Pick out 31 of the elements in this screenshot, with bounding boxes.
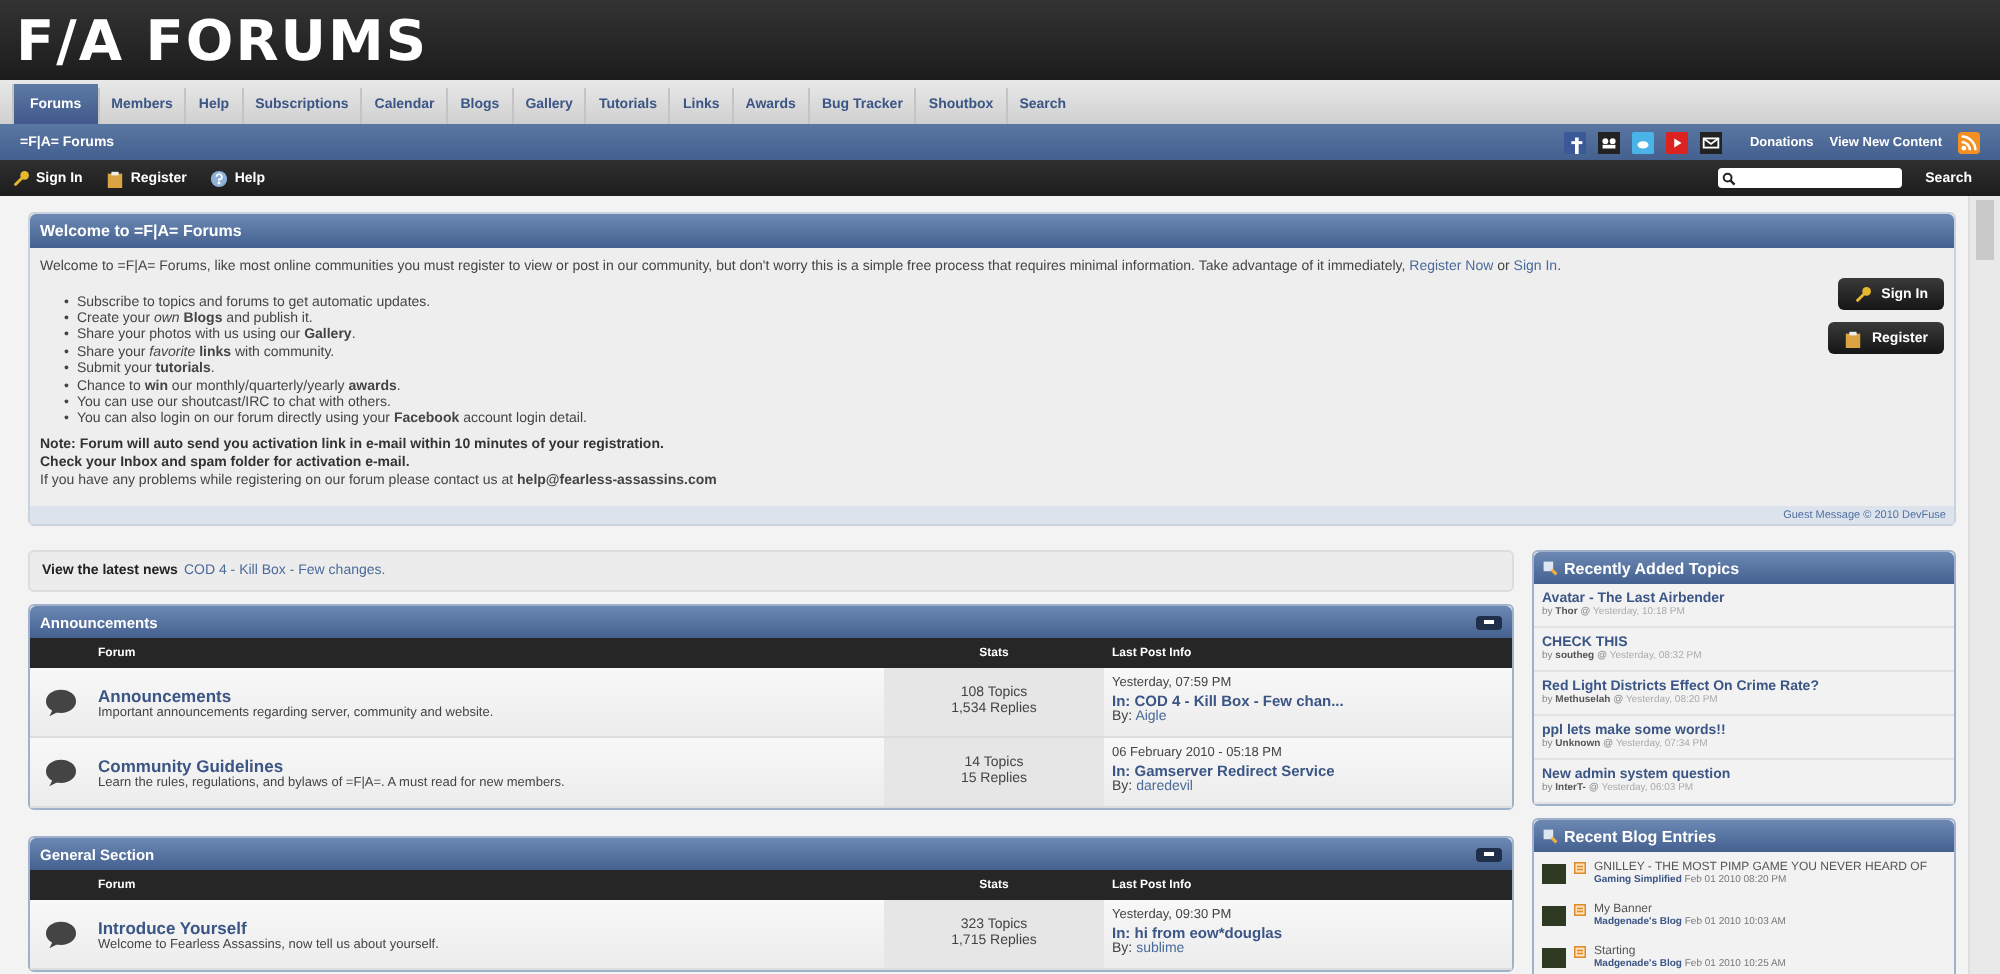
search-field[interactable] [1717, 168, 1902, 188]
clipboard-icon [1843, 329, 1862, 347]
sidebar-title: Recent Blog Entries [1564, 827, 1717, 845]
sidebar-title: Recently Added Topics [1564, 559, 1740, 577]
key-icon [12, 169, 30, 187]
speech-bubble-icon [43, 687, 77, 717]
site-logo[interactable]: F/A FORUMS [16, 7, 429, 73]
clipboard-icon [106, 169, 125, 187]
avatar-placeholder [1542, 905, 1566, 925]
speech-bubble-icon [43, 919, 77, 949]
avatar-placeholder [1542, 863, 1566, 883]
forum-title[interactable]: Community Guidelines [98, 755, 884, 775]
bird-icon[interactable] [1631, 131, 1654, 153]
avatar-placeholder [1542, 947, 1566, 967]
envelope-icon[interactable] [1699, 131, 1722, 153]
forum-title[interactable]: Announcements [98, 685, 884, 705]
collapse-icon[interactable] [1476, 847, 1502, 861]
people-icon[interactable] [1597, 131, 1620, 153]
document-icon [1574, 904, 1586, 916]
document-icon [1574, 862, 1586, 874]
search-icon [1721, 171, 1736, 185]
document-icon [1574, 946, 1586, 958]
speech-bubble-icon [43, 757, 77, 787]
collapse-icon[interactable] [1476, 615, 1502, 629]
panel-title: Welcome to =F|A= Forums [30, 214, 1954, 248]
forum-title[interactable]: Introduce Yourself [98, 917, 884, 937]
play-icon[interactable] [1665, 131, 1688, 153]
scrollbar[interactable] [1968, 196, 2000, 974]
key-icon [1853, 285, 1872, 303]
help-icon [210, 169, 229, 187]
rss-icon[interactable] [1958, 131, 1980, 153]
